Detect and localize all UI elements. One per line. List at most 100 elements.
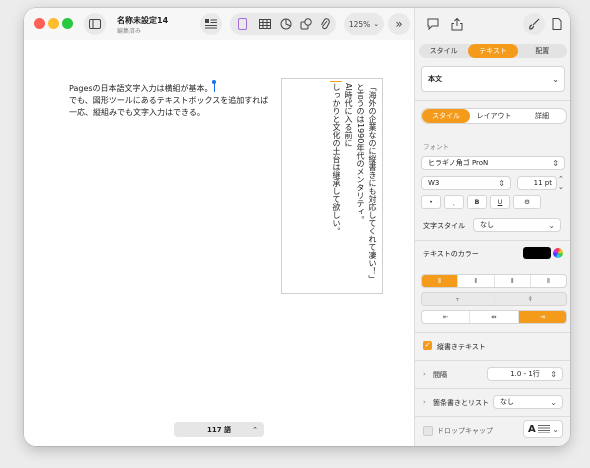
chevron-down-icon: ⌄ (552, 424, 559, 434)
font-size-value: 11 pt (533, 179, 552, 187)
spacing-value: 1.0 - 1行 (510, 370, 540, 378)
font-size-stepper[interactable]: ⌃ ⌄ (558, 175, 564, 191)
vertical-line: しっかりと文化の土台は継承して欲しい。 (332, 83, 341, 235)
bullet-button[interactable]: • (421, 195, 441, 209)
close-window-button[interactable] (34, 18, 45, 29)
chevron-down-icon: ⌄ (552, 74, 559, 84)
char-style-select[interactable]: なし ⌄ (473, 218, 561, 232)
inspector-tabs: スタイル テキスト 配置 (419, 44, 567, 58)
alignment-segment: ⫴ ⫴ ⫴ ⫴ (421, 274, 567, 288)
align-top-button[interactable]: ⫟ (422, 293, 495, 305)
font-weight-select[interactable]: W3 ⇕ (421, 176, 511, 190)
indent-left-button[interactable]: ⇤ (422, 311, 471, 323)
vertical-text-checkbox[interactable]: ✓ (423, 341, 432, 350)
page-icon[interactable] (238, 18, 247, 30)
body-line: でも、図形ツールにあるテキストボックスを追加すれば (69, 96, 269, 105)
subtab-more[interactable]: 詳細 (518, 109, 566, 123)
format-inspector: スタイル テキスト 配置 本文 ⌄ スタイル レイアウト 詳細 フォント ヒラギ… (414, 8, 570, 446)
tab-style[interactable]: スタイル (419, 44, 468, 58)
updown-chevron-icon: ⇕ (550, 369, 557, 379)
align-right-button[interactable]: ⫴ (495, 275, 531, 287)
zoom-window-button[interactable] (62, 18, 73, 29)
paragraph-style-value: 本文 (428, 75, 442, 83)
paintbrush-icon (529, 18, 540, 30)
bold-button[interactable]: B (467, 195, 487, 209)
chevron-right-icon[interactable]: › (423, 398, 426, 406)
sidebar-toggle-button[interactable] (84, 13, 106, 35)
bullets-select[interactable]: なし ⌄ (493, 395, 563, 409)
dropcap-checkbox[interactable] (423, 426, 433, 436)
tab-text[interactable]: テキスト (468, 44, 518, 58)
window-title: 名称未設定14 (117, 16, 169, 25)
document-icon (552, 18, 562, 30)
indent-center-button[interactable]: ⇹ (470, 311, 519, 323)
align-left-icon: ⫴ (438, 276, 441, 285)
char-style-label: 文字スタイル (423, 222, 465, 230)
dropcap-preview-icon: A (528, 423, 536, 435)
table-icon[interactable] (259, 19, 271, 29)
indent-segment: ⇤ ⇹ ⇥ (421, 310, 567, 324)
italic-button[interactable]: ˎ (444, 195, 464, 209)
zoom-select[interactable]: 125% ⌄ (344, 13, 384, 35)
list-format-icon (205, 19, 217, 29)
double-chevron-icon: » (395, 17, 403, 31)
more-toolbar-button[interactable]: » (388, 13, 410, 35)
chevron-down-icon: ⌄ (373, 20, 380, 28)
body-text[interactable]: Pagesの日本語文字入力は横組が基本。 でも、図形ツールにあるテキストボックス… (69, 80, 269, 119)
share-button[interactable] (447, 14, 467, 34)
paragraph-style-select[interactable]: 本文 ⌄ (421, 66, 565, 92)
updown-chevron-icon: ⇕ (552, 158, 559, 168)
indent-right-button[interactable]: ⇥ (518, 311, 566, 323)
chevron-right-icon[interactable]: › (423, 370, 426, 378)
align-left-button[interactable]: ⫴ (422, 275, 459, 287)
body-line: Pagesの日本語文字入力は横組が基本。 (69, 80, 217, 93)
word-count: 117 語 (206, 425, 232, 434)
toolbar: 名称未設定14 編集済み 125% ⌄ » (24, 8, 414, 40)
format-list-button[interactable] (200, 13, 222, 35)
align-middle-button[interactable]: ⫩ (495, 293, 567, 305)
dropcap-label: ドロップキャップ (437, 427, 493, 435)
share-icon (451, 17, 463, 30)
text-subtabs: スタイル レイアウト 詳細 (421, 108, 567, 124)
attachment-icon[interactable] (320, 18, 330, 30)
align-justify-icon: ⫴ (547, 276, 550, 285)
zoom-value: 125% (348, 19, 371, 29)
format-button[interactable] (523, 13, 545, 35)
spacing-label: 間隔 (433, 371, 447, 379)
text-color-label: テキストのカラー (423, 250, 479, 258)
document-button[interactable] (547, 14, 567, 34)
word-count-button[interactable]: 117 語 ⌃ (174, 422, 264, 437)
text-cursor (330, 81, 342, 82)
text-color-swatch[interactable] (523, 247, 551, 259)
updown-chevron-icon: ⌃ (252, 425, 258, 434)
vertical-line: AI時代に入る前に (344, 83, 353, 147)
underline-button[interactable]: U (490, 195, 510, 209)
advanced-options-button[interactable]: ⚙ (513, 195, 541, 209)
vertical-text-label: 縦書きテキスト (437, 343, 486, 351)
vertical-line: と言うのは1990年代のメンタリティ。 (356, 83, 365, 224)
dropcap-style-select[interactable]: A ⌄ (523, 420, 563, 438)
minimize-window-button[interactable] (48, 18, 59, 29)
font-size-field[interactable]: 11 pt (517, 176, 557, 190)
comment-button[interactable] (423, 14, 443, 34)
body-line: 一応、縦組みでも文字入力はできる。 (69, 108, 205, 117)
spacing-select[interactable]: 1.0 - 1行 ⇕ (487, 367, 563, 381)
align-justify-button[interactable]: ⫴ (531, 275, 566, 287)
font-weight-value: W3 (428, 179, 440, 187)
text-format-buttons: • ˎ B U ⚙ (421, 195, 541, 209)
lines-icon (537, 425, 550, 433)
vertical-textbox[interactable]: 「海外の企業なのに縦書きにも対応してくれて凄い！」 と言うのは1990年代のメン… (281, 78, 383, 294)
tab-arrange[interactable]: 配置 (518, 44, 567, 58)
subtab-style[interactable]: スタイル (422, 109, 470, 123)
shape-icon[interactable] (300, 18, 312, 30)
font-label: フォント (423, 143, 449, 151)
vertical-line: 「海外の企業なのに縦書きにも対応してくれて凄い！」 (368, 83, 377, 283)
align-center-button[interactable]: ⫴ (458, 275, 495, 287)
font-family-select[interactable]: ヒラギノ角ゴ ProN ⇕ (421, 156, 565, 170)
color-wheel-icon[interactable] (553, 248, 563, 258)
comment-icon (427, 18, 439, 30)
subtab-layout[interactable]: レイアウト (470, 109, 518, 123)
bullets-value: なし (500, 398, 514, 406)
chart-icon[interactable] (280, 18, 292, 30)
document-canvas[interactable]: Pagesの日本語文字入力は横組が基本。 でも、図形ツールにあるテキストボックス… (24, 40, 414, 446)
